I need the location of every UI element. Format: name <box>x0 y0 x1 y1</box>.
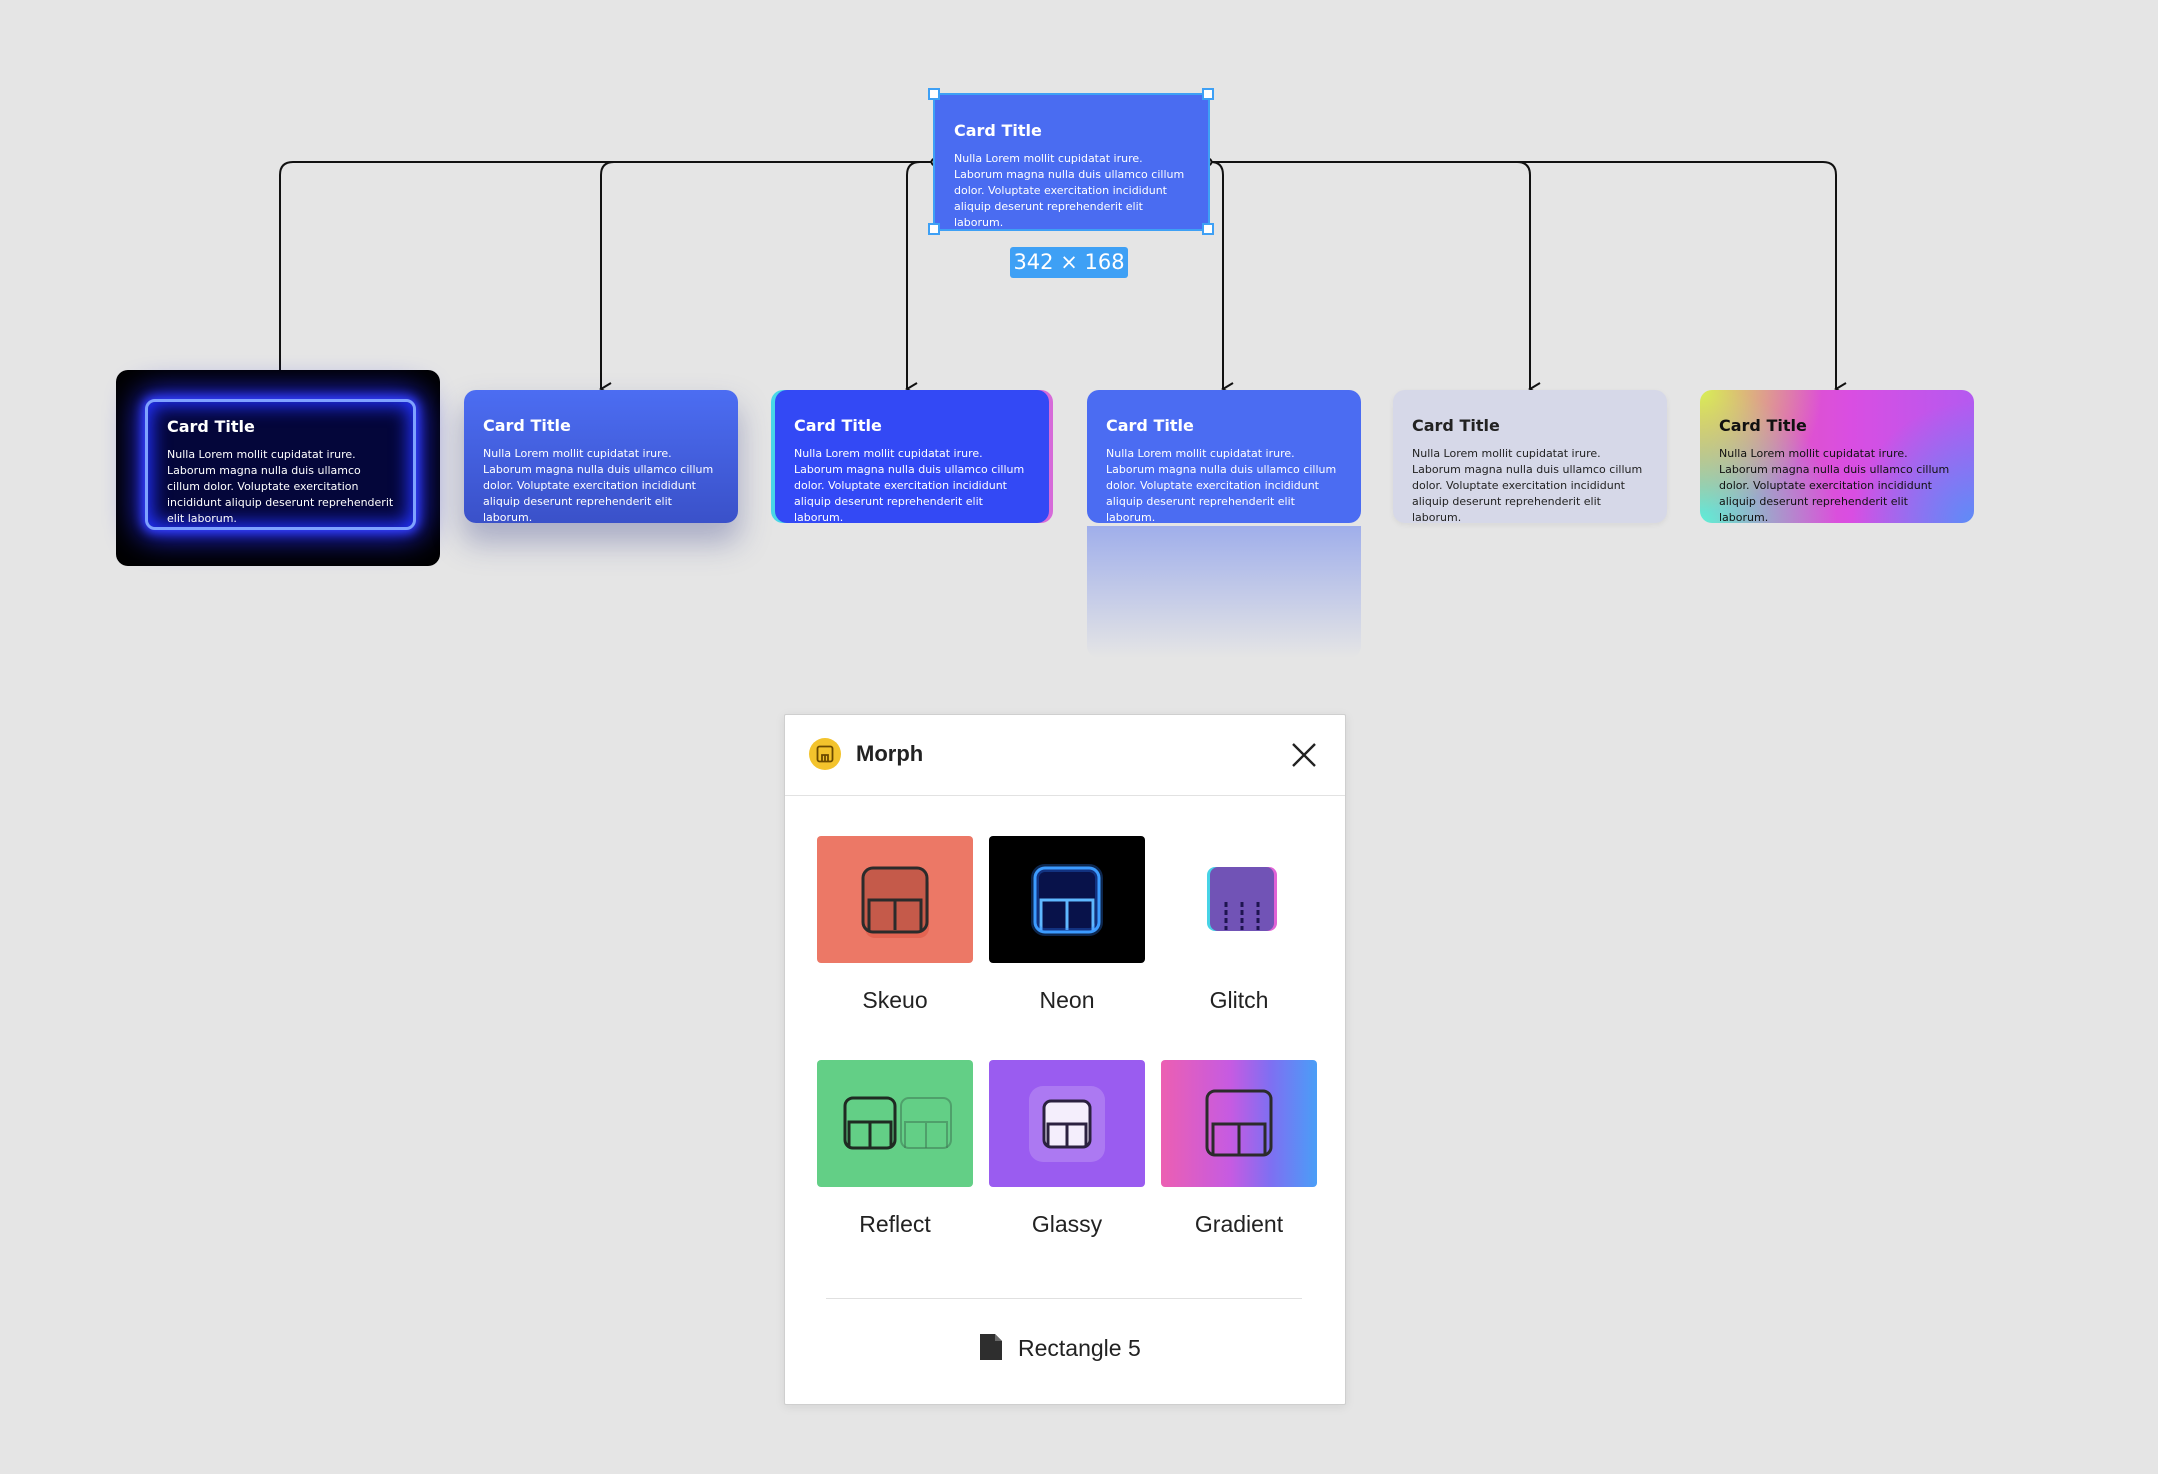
card-variant-reflect[interactable]: Card Title Nulla Lorem mollit cupidatat … <box>1087 390 1361 524</box>
panel-header: Morph <box>785 715 1345 796</box>
card-title: Card Title <box>1106 416 1194 435</box>
connector-to-neon <box>278 161 934 403</box>
card-variant-neon[interactable]: Card Title Nulla Lorem mollit cupidatat … <box>145 399 416 530</box>
gradient-icon <box>1205 1089 1273 1157</box>
glassy-icon <box>1029 1086 1105 1162</box>
style-label: Neon <box>1039 987 1095 1013</box>
neon-icon <box>1031 864 1103 936</box>
card-body: Nulla Lorem mollit cupidatat irure. Labo… <box>794 447 1025 524</box>
resize-handle-top-right[interactable] <box>1202 88 1214 100</box>
card-body: Nulla Lorem mollit cupidatat irure. Labo… <box>167 448 394 525</box>
style-tile-gradient[interactable] <box>1161 1060 1317 1187</box>
card-title: Card Title <box>954 121 1042 140</box>
divider <box>826 1298 1302 1299</box>
card-title: Card Title <box>483 416 571 435</box>
connector-to-glassy <box>1208 161 1541 396</box>
style-tile-glitch[interactable] <box>1161 836 1317 963</box>
resize-handle-bottom-left[interactable] <box>928 223 940 235</box>
card-variant-skeuo[interactable]: Card Title Nulla Lorem mollit cupidatat … <box>464 390 738 524</box>
style-tile-glassy[interactable] <box>989 1060 1145 1187</box>
card-body: Nulla Lorem mollit cupidatat irure. Labo… <box>1719 447 1950 524</box>
style-tile-skeuo[interactable] <box>817 836 973 963</box>
selection-name: Rectangle 5 <box>1018 1335 1141 1361</box>
resize-handle-bottom-right[interactable] <box>1202 223 1214 235</box>
style-label: Reflect <box>859 1211 931 1237</box>
card-body: Nulla Lorem mollit cupidatat irure. Labo… <box>954 152 1185 229</box>
morph-logo-icon <box>809 738 841 770</box>
style-label: Glitch <box>1209 987 1269 1013</box>
style-tile-reflect[interactable] <box>817 1060 973 1187</box>
card-body: Nulla Lorem mollit cupidatat irure. Labo… <box>1106 447 1337 524</box>
style-label: Glassy <box>1031 1211 1103 1237</box>
connector-to-gradient <box>1208 161 1847 396</box>
skeuo-icon <box>861 866 929 938</box>
plugin-title: Morph <box>856 741 924 766</box>
connector-to-glitch <box>905 161 934 396</box>
card-variant-gradient[interactable]: Card Title Nulla Lorem mollit cupidatat … <box>1700 390 1974 524</box>
card-variant-glassy[interactable]: Card Title Nulla Lorem mollit cupidatat … <box>1393 390 1667 524</box>
plugin-panel: Morph Skeuo Neon Glitch Reflect Glassy G… <box>784 714 1346 1405</box>
glitch-icon <box>1207 867 1277 931</box>
connector-to-reflect <box>1208 161 1234 396</box>
card-body: Nulla Lorem mollit cupidatat irure. Labo… <box>483 447 714 524</box>
connector-to-skeuo <box>599 161 934 396</box>
card-title: Card Title <box>167 417 255 436</box>
reflect-icon <box>843 1096 952 1150</box>
card-body: Nulla Lorem mollit cupidatat irure. Labo… <box>1412 447 1643 524</box>
close-button[interactable] <box>1288 739 1320 771</box>
reflection <box>1087 526 1361 658</box>
file-icon <box>980 1334 1002 1360</box>
card-title: Card Title <box>1412 416 1500 435</box>
resize-handle-top-left[interactable] <box>928 88 940 100</box>
source-card-selected[interactable]: Card Title Nulla Lorem mollit cupidatat … <box>935 95 1208 229</box>
style-tile-neon[interactable] <box>989 836 1145 963</box>
card-title: Card Title <box>1719 416 1807 435</box>
style-label: Skeuo <box>862 987 928 1013</box>
card-title: Card Title <box>794 416 882 435</box>
card-variant-glitch[interactable]: Card Title Nulla Lorem mollit cupidatat … <box>775 390 1049 524</box>
style-label: Gradient <box>1194 1211 1284 1237</box>
close-icon <box>1292 743 1316 767</box>
dimensions-badge: 342 × 168 <box>1010 247 1128 278</box>
